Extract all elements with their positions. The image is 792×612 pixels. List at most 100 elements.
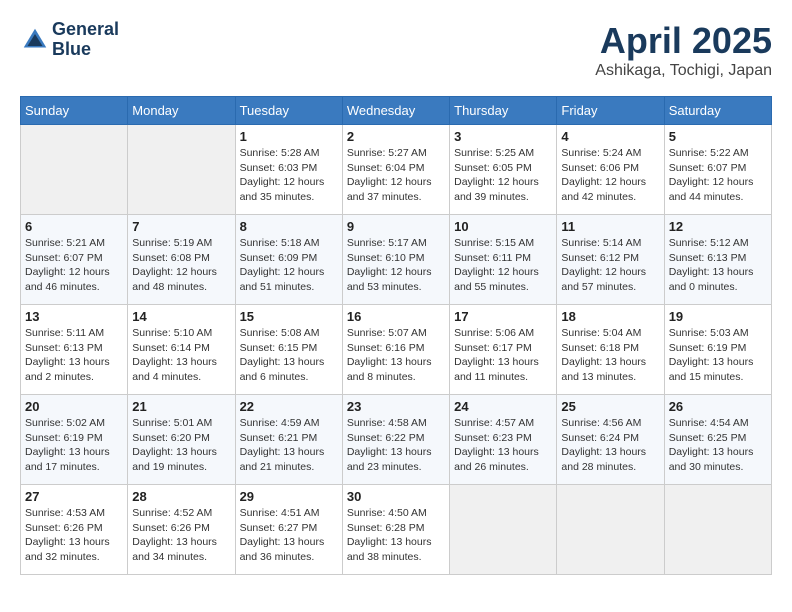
day-number: 16 <box>347 309 445 324</box>
calendar-cell: 8 Sunrise: 5:18 AM Sunset: 6:09 PM Daylig… <box>235 215 342 305</box>
calendar-week-row: 6 Sunrise: 5:21 AM Sunset: 6:07 PM Daylig… <box>21 215 772 305</box>
day-number: 9 <box>347 219 445 234</box>
calendar-cell: 2Sunrise: 5:27 AM Sunset: 6:04 PM Daylig… <box>342 125 449 215</box>
day-info: Sunrise: 4:54 AM Sunset: 6:25 PM Dayligh… <box>669 416 767 475</box>
calendar-cell: 29Sunrise: 4:51 AM Sunset: 6:27 PM Dayli… <box>235 485 342 575</box>
day-info: Sunrise: 5:19 AM Sunset: 6:08 PM Dayligh… <box>132 236 230 295</box>
calendar-cell: 11 Sunrise: 5:14 AM Sunset: 6:12 PM Dayli… <box>557 215 664 305</box>
day-number: 11 <box>561 219 659 234</box>
weekday-header: Friday <box>557 97 664 125</box>
weekday-header: Wednesday <box>342 97 449 125</box>
calendar-cell: 13Sunrise: 5:11 AM Sunset: 6:13 PM Dayli… <box>21 305 128 395</box>
day-info: Sunrise: 5:07 AM Sunset: 6:16 PM Dayligh… <box>347 326 445 385</box>
logo: General Blue <box>20 20 119 60</box>
day-info: Sunrise: 4:58 AM Sunset: 6:22 PM Dayligh… <box>347 416 445 475</box>
calendar-cell <box>21 125 128 215</box>
day-info: Sunrise: 5:15 AM Sunset: 6:11 PM Dayligh… <box>454 236 552 295</box>
calendar-cell: 21Sunrise: 5:01 AM Sunset: 6:20 PM Dayli… <box>128 395 235 485</box>
calendar-week-row: 1 Sunrise: 5:28 AM Sunset: 6:03 PM Daylig… <box>21 125 772 215</box>
day-info: Sunrise: 5:17 AM Sunset: 6:10 PM Dayligh… <box>347 236 445 295</box>
day-info: Sunrise: 5:08 AM Sunset: 6:15 PM Dayligh… <box>240 326 338 385</box>
day-number: 23 <box>347 399 445 414</box>
day-info: Sunrise: 5:02 AM Sunset: 6:19 PM Dayligh… <box>25 416 123 475</box>
day-info: Sunrise: 4:51 AM Sunset: 6:27 PM Dayligh… <box>240 506 338 565</box>
calendar-cell: 17 Sunrise: 5:06 AM Sunset: 6:17 PM Dayli… <box>450 305 557 395</box>
calendar-cell <box>128 125 235 215</box>
weekday-row: SundayMondayTuesdayWednesdayThursdayFrid… <box>21 97 772 125</box>
day-number: 20 <box>25 399 123 414</box>
day-number: 18 <box>561 309 659 324</box>
calendar-cell: 6 Sunrise: 5:21 AM Sunset: 6:07 PM Daylig… <box>21 215 128 305</box>
day-info: Sunrise: 5:22 AM Sunset: 6:07 PM Dayligh… <box>669 146 767 205</box>
title-block: April 2025 Ashikaga, Tochigi, Japan <box>595 20 772 80</box>
calendar-cell <box>450 485 557 575</box>
weekday-header: Saturday <box>664 97 771 125</box>
calendar-cell: 10 Sunrise: 5:15 AM Sunset: 6:11 PM Dayli… <box>450 215 557 305</box>
day-info: Sunrise: 4:56 AM Sunset: 6:24 PM Dayligh… <box>561 416 659 475</box>
day-info: Sunrise: 4:57 AM Sunset: 6:23 PM Dayligh… <box>454 416 552 475</box>
weekday-header: Tuesday <box>235 97 342 125</box>
calendar-cell: 25Sunrise: 4:56 AM Sunset: 6:24 PM Dayli… <box>557 395 664 485</box>
day-info: Sunrise: 5:04 AM Sunset: 6:18 PM Dayligh… <box>561 326 659 385</box>
weekday-header: Sunday <box>21 97 128 125</box>
day-info: Sunrise: 5:18 AM Sunset: 6:09 PM Dayligh… <box>240 236 338 295</box>
day-info: Sunrise: 5:14 AM Sunset: 6:12 PM Dayligh… <box>561 236 659 295</box>
calendar-cell: 16 Sunrise: 5:07 AM Sunset: 6:16 PM Dayli… <box>342 305 449 395</box>
day-number: 3 <box>454 129 552 144</box>
calendar-cell: 20 Sunrise: 5:02 AM Sunset: 6:19 PM Dayli… <box>21 395 128 485</box>
calendar-cell: 19 Sunrise: 5:03 AM Sunset: 6:19 PM Dayli… <box>664 305 771 395</box>
day-number: 21 <box>132 399 230 414</box>
day-info: Sunrise: 5:03 AM Sunset: 6:19 PM Dayligh… <box>669 326 767 385</box>
calendar-table: SundayMondayTuesdayWednesdayThursdayFrid… <box>20 96 772 575</box>
day-info: Sunrise: 5:10 AM Sunset: 6:14 PM Dayligh… <box>132 326 230 385</box>
day-number: 4 <box>561 129 659 144</box>
day-info: Sunrise: 4:53 AM Sunset: 6:26 PM Dayligh… <box>25 506 123 565</box>
calendar-cell: 28 Sunrise: 4:52 AM Sunset: 6:26 PM Dayli… <box>128 485 235 575</box>
day-info: Sunrise: 5:21 AM Sunset: 6:07 PM Dayligh… <box>25 236 123 295</box>
day-number: 1 <box>240 129 338 144</box>
calendar-cell: 7Sunrise: 5:19 AM Sunset: 6:08 PM Daylig… <box>128 215 235 305</box>
day-info: Sunrise: 4:52 AM Sunset: 6:26 PM Dayligh… <box>132 506 230 565</box>
page-header: General Blue April 2025 Ashikaga, Tochig… <box>20 20 772 80</box>
day-number: 19 <box>669 309 767 324</box>
calendar-cell: 3Sunrise: 5:25 AM Sunset: 6:05 PM Daylig… <box>450 125 557 215</box>
calendar-cell: 26Sunrise: 4:54 AM Sunset: 6:25 PM Dayli… <box>664 395 771 485</box>
day-number: 22 <box>240 399 338 414</box>
day-number: 6 <box>25 219 123 234</box>
day-info: Sunrise: 4:59 AM Sunset: 6:21 PM Dayligh… <box>240 416 338 475</box>
day-number: 24 <box>454 399 552 414</box>
calendar-cell: 24 Sunrise: 4:57 AM Sunset: 6:23 PM Dayli… <box>450 395 557 485</box>
calendar-cell <box>557 485 664 575</box>
calendar-cell: 5 Sunrise: 5:22 AM Sunset: 6:07 PM Daylig… <box>664 125 771 215</box>
calendar-header: SundayMondayTuesdayWednesdayThursdayFrid… <box>21 97 772 125</box>
logo-text: General Blue <box>52 20 119 60</box>
month-title: April 2025 <box>595 20 772 62</box>
calendar-cell: 23 Sunrise: 4:58 AM Sunset: 6:22 PM Dayli… <box>342 395 449 485</box>
calendar-cell: 1 Sunrise: 5:28 AM Sunset: 6:03 PM Daylig… <box>235 125 342 215</box>
day-info: Sunrise: 5:24 AM Sunset: 6:06 PM Dayligh… <box>561 146 659 205</box>
day-number: 12 <box>669 219 767 234</box>
day-info: Sunrise: 5:06 AM Sunset: 6:17 PM Dayligh… <box>454 326 552 385</box>
calendar-week-row: 13Sunrise: 5:11 AM Sunset: 6:13 PM Dayli… <box>21 305 772 395</box>
calendar-body: 1 Sunrise: 5:28 AM Sunset: 6:03 PM Daylig… <box>21 125 772 575</box>
day-number: 30 <box>347 489 445 504</box>
day-info: Sunrise: 4:50 AM Sunset: 6:28 PM Dayligh… <box>347 506 445 565</box>
calendar-week-row: 27 Sunrise: 4:53 AM Sunset: 6:26 PM Dayli… <box>21 485 772 575</box>
day-info: Sunrise: 5:28 AM Sunset: 6:03 PM Dayligh… <box>240 146 338 205</box>
day-number: 17 <box>454 309 552 324</box>
day-number: 27 <box>25 489 123 504</box>
day-info: Sunrise: 5:11 AM Sunset: 6:13 PM Dayligh… <box>25 326 123 385</box>
day-number: 14 <box>132 309 230 324</box>
day-number: 8 <box>240 219 338 234</box>
calendar-cell: 4 Sunrise: 5:24 AM Sunset: 6:06 PM Daylig… <box>557 125 664 215</box>
calendar-cell: 22 Sunrise: 4:59 AM Sunset: 6:21 PM Dayli… <box>235 395 342 485</box>
day-number: 15 <box>240 309 338 324</box>
day-number: 10 <box>454 219 552 234</box>
calendar-cell <box>664 485 771 575</box>
location: Ashikaga, Tochigi, Japan <box>595 62 772 80</box>
day-number: 28 <box>132 489 230 504</box>
day-number: 5 <box>669 129 767 144</box>
calendar-cell: 27 Sunrise: 4:53 AM Sunset: 6:26 PM Dayli… <box>21 485 128 575</box>
weekday-header: Thursday <box>450 97 557 125</box>
calendar-cell: 14 Sunrise: 5:10 AM Sunset: 6:14 PM Dayli… <box>128 305 235 395</box>
